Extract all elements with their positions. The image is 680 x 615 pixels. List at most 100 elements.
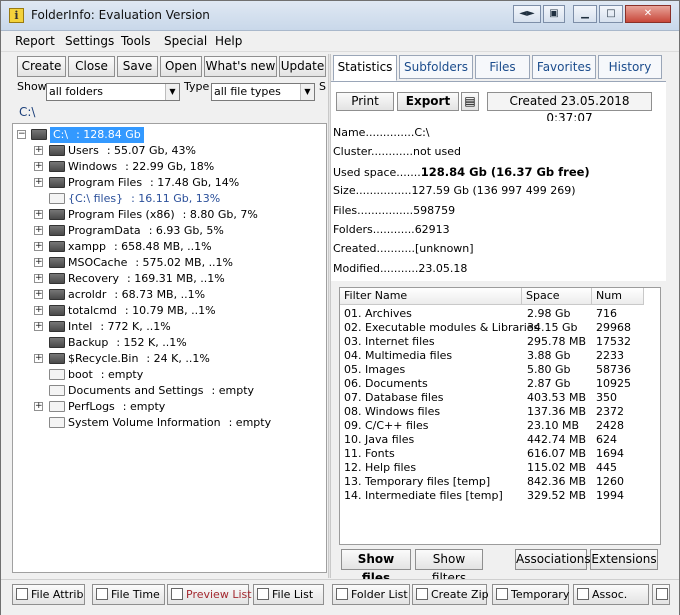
tree-node[interactable]: + acroldr: 68.73 MB, ..1% xyxy=(13,287,323,303)
tree-node-label: $Recycle.Bin: 24 K, ..1% xyxy=(68,351,210,367)
tree-node[interactable]: + totalcmd: 10.79 MB, ..1% xyxy=(13,303,323,319)
expand-icon[interactable]: + xyxy=(34,162,43,171)
expand-icon[interactable]: + xyxy=(34,354,43,363)
file-list-button[interactable]: File List xyxy=(253,584,324,605)
print-button[interactable]: Print xyxy=(336,92,394,111)
tree-node[interactable]: + MSOCache: 575.02 MB, ..1% xyxy=(13,255,323,271)
tab-history[interactable]: History xyxy=(598,55,662,79)
tree-node[interactable]: + ProgramData: 6.93 Gb, 5% xyxy=(13,223,323,239)
show-filters-button[interactable]: Show filters xyxy=(415,549,483,585)
title-bar[interactable]: i FolderInfo: Evaluation Version ◄► ▣ ▁ … xyxy=(1,1,679,31)
tree-node[interactable]: + Program Files: 17.48 Gb, 14% xyxy=(13,175,323,191)
tab-subfolders[interactable]: Subfolders xyxy=(399,55,473,79)
table-row[interactable]: 05. Images 5.80 Gb 58736 xyxy=(340,363,644,377)
expand-icon[interactable]: + xyxy=(34,242,43,251)
restore-window-icon[interactable]: ▣ xyxy=(543,5,565,23)
preview-list-button[interactable]: Preview List xyxy=(167,584,252,605)
menu-settings[interactable]: Settings xyxy=(65,34,114,48)
expand-icon[interactable]: + xyxy=(34,226,43,235)
collapse-icon[interactable]: − xyxy=(17,130,26,139)
close-button[interactable]: Close xyxy=(68,56,115,77)
table-row[interactable]: 11. Fonts 616.07 MB 1694 xyxy=(340,447,644,461)
extensions-button[interactable]: Extensions xyxy=(590,549,658,570)
associations-button[interactable]: Associations xyxy=(515,549,591,570)
tree-node[interactable]: System Volume Information: empty xyxy=(13,415,323,431)
create-button[interactable]: Create xyxy=(17,56,66,77)
expand-icon[interactable]: + xyxy=(34,146,43,155)
tree-node[interactable]: + xampp: 658.48 MB, ..1% xyxy=(13,239,323,255)
column-space[interactable]: Space xyxy=(522,288,592,305)
folder-list-label: Folder List xyxy=(351,588,408,601)
table-row[interactable]: 06. Documents 2.87 Gb 10925 xyxy=(340,377,644,391)
tree-node[interactable]: Backup: 152 K, ..1% xyxy=(13,335,323,351)
table-row[interactable]: 13. Temporary files [temp] 842.36 MB 1260 xyxy=(340,475,644,489)
chevron-down-icon[interactable]: ▼ xyxy=(165,84,179,100)
show-select[interactable]: all folders ▼ xyxy=(46,83,180,101)
minimize-button[interactable]: ▁ xyxy=(573,5,597,23)
folder-list-button[interactable]: Folder List xyxy=(332,584,410,605)
expand-icon[interactable]: + xyxy=(34,274,43,283)
back-forward-icon[interactable]: ◄► xyxy=(513,5,541,23)
assoc-button[interactable]: Assoc. xyxy=(573,584,649,605)
folder-size: : 10.79 MB, ..1% xyxy=(124,304,216,317)
chevron-down-icon[interactable]: ▼ xyxy=(300,84,314,100)
table-row[interactable]: 14. Intermediate files [temp] 329.52 MB 19… xyxy=(340,489,644,503)
expand-icon[interactable]: + xyxy=(34,290,43,299)
tree-node[interactable]: + Program Files (x86): 8.80 Gb, 7% xyxy=(13,207,323,223)
column-filter-name[interactable]: Filter Name xyxy=(340,288,522,305)
tree-node[interactable]: + Users: 55.07 Gb, 43% xyxy=(13,143,323,159)
table-row[interactable]: 04. Multimedia files 3.88 Gb 2233 xyxy=(340,349,644,363)
update-button[interactable]: Update xyxy=(279,56,326,77)
filters-table[interactable]: Filter Name Space Num 01. Archives 2.98 G… xyxy=(339,287,661,545)
table-row[interactable]: 10. Java files 442.74 MB 624 xyxy=(340,433,644,447)
whats-new-button[interactable]: What's new xyxy=(204,56,277,77)
tree-node[interactable]: + Windows: 22.99 Gb, 18% xyxy=(13,159,323,175)
table-row[interactable]: 03. Internet files 295.78 MB 17532 xyxy=(340,335,644,349)
temporary-button[interactable]: Temporary xyxy=(492,584,569,605)
table-row[interactable]: 02. Executable modules & Libraries 34.15 … xyxy=(340,321,644,335)
folder-tree[interactable]: − C:\: 128.84 Gb + Users: 55.07 Gb, 43% + Win… xyxy=(12,123,327,573)
expand-icon[interactable]: + xyxy=(34,210,43,219)
tree-node[interactable]: + $Recycle.Bin: 24 K, ..1% xyxy=(13,351,323,367)
expand-icon[interactable]: + xyxy=(34,402,43,411)
tab-favorites[interactable]: Favorites xyxy=(532,55,596,79)
create-zip-button[interactable]: Create Zip xyxy=(412,584,489,605)
space-cell: 5.80 Gb xyxy=(527,363,571,376)
save-button[interactable]: Save xyxy=(117,56,158,77)
menu-help[interactable]: Help xyxy=(215,34,242,48)
temporary-label: Temporary xyxy=(511,588,570,601)
menu-tools[interactable]: Tools xyxy=(121,34,151,48)
preview-list-icon xyxy=(171,588,183,600)
type-select[interactable]: all file types ▼ xyxy=(211,83,315,101)
close-window-button[interactable]: ✕ xyxy=(625,5,671,23)
file-attrib-button[interactable]: File Attrib xyxy=(12,584,85,605)
file-time-button[interactable]: File Time xyxy=(92,584,165,605)
more-button[interactable] xyxy=(652,584,670,605)
table-row[interactable]: 08. Windows files 137.36 MB 2372 xyxy=(340,405,644,419)
expand-icon[interactable]: + xyxy=(34,178,43,187)
expand-icon[interactable]: + xyxy=(34,258,43,267)
tree-node[interactable]: {C:\ files}: 16.11 Gb, 13% xyxy=(13,191,323,207)
export-button[interactable]: Export xyxy=(397,92,459,111)
tab-statistics[interactable]: Statistics xyxy=(333,55,397,81)
column-num[interactable]: Num xyxy=(592,288,644,305)
table-row[interactable]: 12. Help files 115.02 MB 445 xyxy=(340,461,644,475)
expand-icon[interactable]: + xyxy=(34,322,43,331)
expand-icon[interactable]: + xyxy=(34,306,43,315)
menu-report[interactable]: Report xyxy=(15,34,55,48)
menu-special[interactable]: Special xyxy=(164,34,207,48)
tree-node[interactable]: + Recovery: 169.31 MB, ..1% xyxy=(13,271,323,287)
notes-icon[interactable]: ▤ xyxy=(461,92,479,111)
tab-files[interactable]: Files xyxy=(475,55,530,79)
table-row[interactable]: 01. Archives 2.98 Gb 716 xyxy=(340,307,644,321)
tree-node[interactable]: + Intel: 772 K, ..1% xyxy=(13,319,323,335)
open-button[interactable]: Open xyxy=(160,56,202,77)
maximize-button[interactable]: □ xyxy=(599,5,623,23)
tree-node[interactable]: boot: empty xyxy=(13,367,323,383)
tree-node[interactable]: + PerfLogs: empty xyxy=(13,399,323,415)
table-row[interactable]: 07. Database files 403.53 MB 350 xyxy=(340,391,644,405)
tree-root[interactable]: − C:\: 128.84 Gb xyxy=(13,127,323,143)
table-row[interactable]: 09. C/C++ files 23.10 MB 2428 xyxy=(340,419,644,433)
show-files-button[interactable]: Show files xyxy=(341,549,411,585)
tree-node[interactable]: Documents and Settings: empty xyxy=(13,383,323,399)
